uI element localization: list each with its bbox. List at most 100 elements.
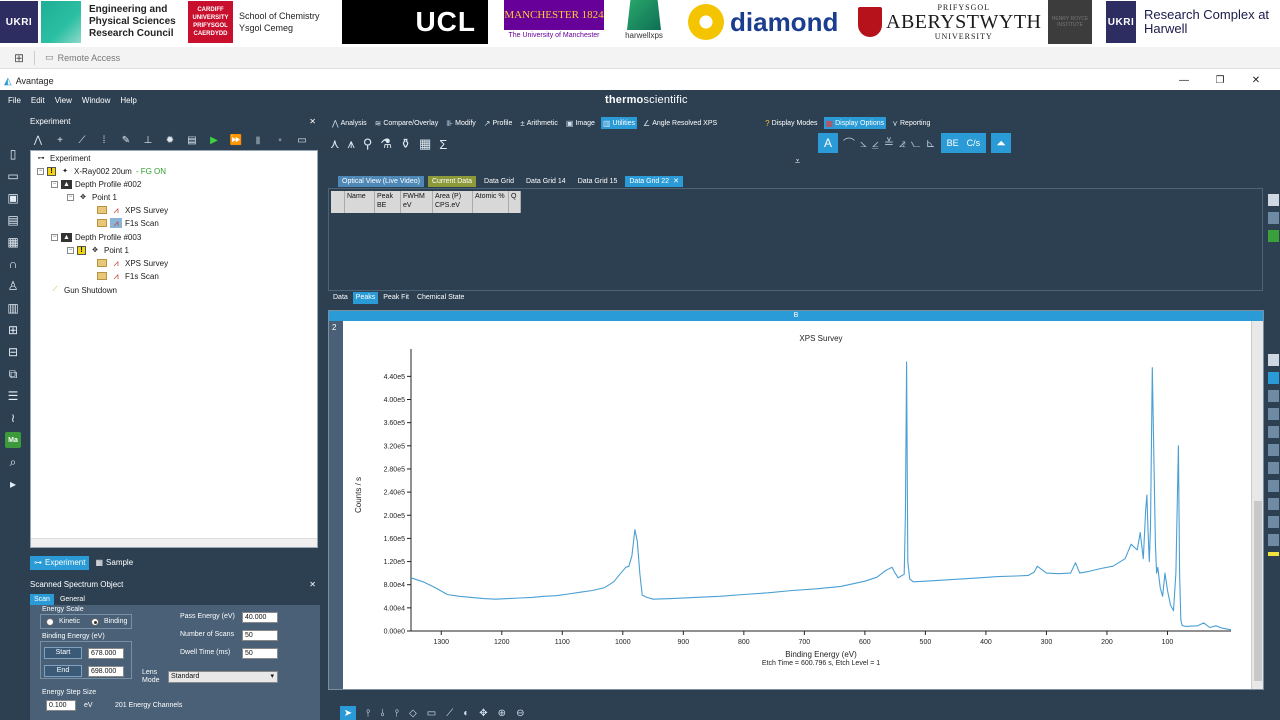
checklist-icon[interactable]: ☰ (5, 388, 21, 404)
bar-marker-icon[interactable]: ⚲ (363, 136, 373, 152)
menu-window[interactable]: Window (82, 96, 110, 105)
new-file-icon[interactable]: ▯ (5, 146, 21, 162)
tab-display-modes[interactable]: ? Display Modes (763, 117, 819, 129)
pen-icon[interactable]: ✎ (120, 134, 132, 146)
sigma-r-icon[interactable]: Σ (439, 137, 447, 152)
grid-header-area[interactable]: Area (P) CPS.eV (433, 191, 473, 213)
panel-b-icon[interactable] (1267, 426, 1279, 438)
tree-item-f1s-scan-2[interactable]: ⩘ F1s Scan (97, 270, 159, 282)
open-folder-icon[interactable]: ▭ (5, 168, 21, 184)
minimize-button[interactable]: — (1166, 72, 1202, 90)
print-icon[interactable]: ▦ (5, 234, 21, 250)
stop-icon[interactable]: ▪ (274, 134, 286, 146)
marker-icon[interactable] (1267, 552, 1279, 556)
peak-pick-icon[interactable]: ⋏ (330, 136, 340, 152)
open-folder-icon[interactable]: ▤ (186, 134, 198, 146)
collapse-icon[interactable]: − (37, 167, 44, 175)
tab-sample[interactable]: ▦ Sample (91, 556, 137, 570)
tree-item-depth-profile-002[interactable]: − ▲ Depth Profile #002 (51, 178, 141, 190)
tab-peak-fit[interactable]: Peak Fit (380, 292, 412, 304)
tab-display-options[interactable]: ▦ Display Options (823, 117, 887, 129)
marker-c-icon[interactable]: ⫯ (395, 708, 399, 719)
tab-data[interactable]: Data (330, 292, 351, 304)
grid-header-peak-be[interactable]: Peak BE (375, 191, 401, 213)
tab-modify[interactable]: ⊪ Modify (444, 117, 478, 129)
scanned-spectrum-close-button[interactable]: ✕ (309, 580, 316, 592)
pin-icon[interactable] (1267, 230, 1279, 242)
panel-e-icon[interactable] (1267, 480, 1279, 492)
flow-icon[interactable]: ⧉ (5, 366, 21, 382)
tab-data-grid-15[interactable]: Data Grid 15 (574, 176, 622, 187)
apps-grid-icon[interactable]: ⊞ (14, 51, 24, 65)
add-icon[interactable]: + (54, 134, 66, 146)
tree-item-gun-shutdown[interactable]: ⟋ Gun Shutdown (49, 284, 117, 296)
layers-icon[interactable] (1267, 212, 1279, 224)
tab-analysis[interactable]: ⋀ Analysis (330, 117, 369, 129)
pause-icon[interactable]: ▮ (252, 134, 264, 146)
cs-toggle[interactable]: C/s (967, 138, 981, 148)
scale-icon[interactable]: ⦦ (911, 136, 921, 151)
run-all-icon[interactable]: ⏩ (230, 134, 242, 146)
tab-profile[interactable]: ↗ Profile (482, 117, 515, 129)
tree-item-depth-profile-003[interactable]: − ▲ Depth Profile #003 (51, 231, 141, 243)
comment-icon[interactable]: ▭ (296, 134, 308, 146)
grid-header-atomic[interactable]: Atomic % (473, 191, 509, 213)
tab-image[interactable]: ▣ Image (564, 117, 597, 129)
grid-header-fwhm[interactable]: FWHM eV (401, 191, 433, 213)
tree-item-f1s-scan-1[interactable]: ⩘ F1s Scan (97, 217, 159, 229)
scrollbar-thumb[interactable] (1254, 501, 1262, 681)
panel-g-icon[interactable] (1267, 516, 1279, 528)
end-button[interactable]: End (44, 665, 82, 677)
menu-file[interactable]: File (8, 96, 21, 105)
fit-icon[interactable] (1267, 372, 1279, 384)
expand-icon[interactable]: ▸ (5, 476, 21, 492)
collapse-icon[interactable]: − (67, 246, 74, 254)
pass-energy-field[interactable]: 40.000 (242, 612, 278, 623)
tree-horizontal-scrollbar[interactable] (31, 538, 317, 547)
label-peaks-icon[interactable]: ⌒ (843, 135, 855, 152)
pan-icon[interactable]: ✥ (479, 708, 487, 719)
binding-radio[interactable] (91, 618, 99, 626)
report-icon[interactable]: ▥ (5, 300, 21, 316)
tab-compare-overlay[interactable]: ≋ Compare/Overlay (373, 117, 441, 129)
search-icon[interactable]: ⌕ (5, 454, 21, 470)
tab-reporting[interactable]: ⋎ Reporting (890, 117, 932, 129)
region-icon[interactable]: ◇ (409, 708, 417, 719)
num-scans-field[interactable]: 50 (242, 630, 278, 641)
be-cs-toggle[interactable]: BE C/s (940, 133, 987, 153)
properties-icon[interactable] (1267, 194, 1279, 206)
zoom-icon[interactable] (1267, 354, 1279, 366)
dwell-time-field[interactable]: 50 (242, 648, 278, 659)
tree-item-xray[interactable]: − ! ✦ X-Ray002 20um - FG ON (37, 165, 166, 177)
axis-icon[interactable]: ⦣ (860, 136, 867, 151)
run-icon[interactable]: ▶ (208, 134, 220, 146)
data-grid-icon[interactable]: ⊟ (5, 344, 21, 360)
grid-header-q[interactable]: Q (509, 191, 521, 213)
tab-current-data[interactable]: Current Data (427, 176, 477, 187)
wave-icon[interactable]: ≀ (5, 410, 21, 426)
bottle-icon[interactable]: ⚱ (400, 136, 411, 152)
stage-icon[interactable]: ⊥ (142, 134, 154, 146)
line-tool-icon[interactable]: ⟋ (446, 708, 453, 719)
marker-b-icon[interactable]: ⫰ (380, 708, 384, 719)
tab-angle-resolved-xps[interactable]: ∠ Angle Resolved XPS (641, 117, 719, 129)
menu-view[interactable]: View (55, 96, 72, 105)
font-icon[interactable]: A (818, 133, 838, 153)
collapse-icon[interactable]: − (51, 180, 58, 188)
maximize-button[interactable]: ❐ (1202, 72, 1238, 90)
start-button[interactable]: Start (44, 647, 82, 659)
chart-icon[interactable]: ⊾ (926, 136, 936, 150)
energy-step-field[interactable]: 0.100 (46, 700, 76, 711)
marker-a-icon[interactable]: ⫯ (366, 708, 370, 719)
ribbon-collapse-icon[interactable]: ⩡ (795, 156, 800, 167)
panel-c-icon[interactable] (1267, 444, 1279, 456)
kinetic-radio[interactable] (46, 618, 54, 626)
ma-icon[interactable]: Ma (5, 432, 21, 448)
tree-item-point-1a[interactable]: − ✥ Point 1 (67, 191, 117, 203)
be-toggle[interactable]: BE (947, 138, 959, 148)
panel-d-icon[interactable] (1267, 462, 1279, 474)
save-icon[interactable]: ▤ (5, 212, 21, 228)
panel-f-icon[interactable] (1267, 498, 1279, 510)
panel-a-icon[interactable] (1267, 408, 1279, 420)
settings-gear-icon[interactable]: ✹ (164, 134, 176, 146)
